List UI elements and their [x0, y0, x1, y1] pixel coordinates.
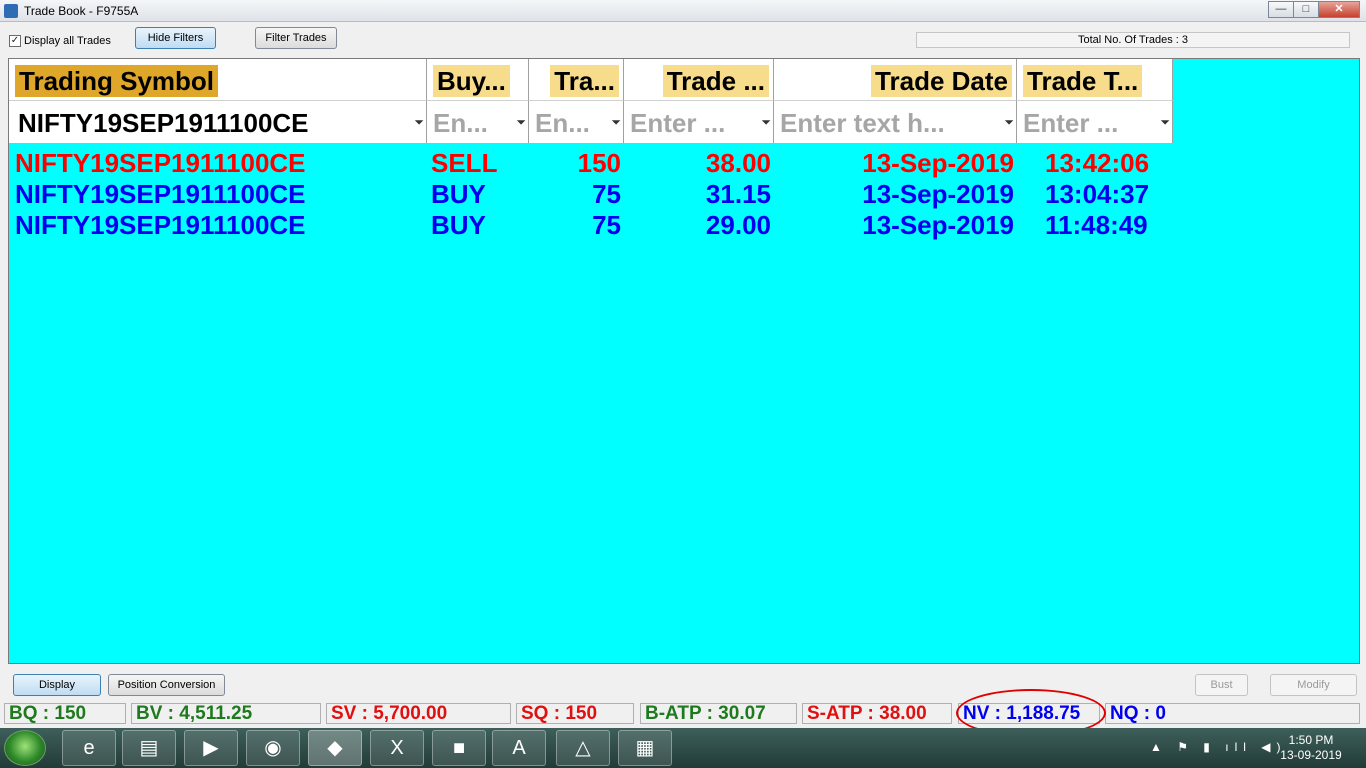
table-row[interactable]: NIFTY19SEP1911100CE SELL 150 38.00 13-Se…	[9, 148, 1181, 179]
filter-text[interactable]: En...	[433, 107, 488, 139]
cell-side: BUY	[431, 179, 486, 209]
minimize-button[interactable]: —	[1268, 1, 1294, 18]
header-buy-sell[interactable]: Buy...	[427, 59, 529, 101]
filter-text[interactable]: Enter text h...	[780, 107, 945, 139]
window-title: Trade Book - F9755A	[24, 4, 139, 18]
filter-icon[interactable]: ⏷	[611, 115, 621, 130]
filter-trade-date[interactable]: Enter text h... ⏷	[774, 101, 1017, 143]
display-all-checkbox[interactable]: ✓	[9, 35, 21, 47]
cell-symbol: NIFTY19SEP1911100CE	[15, 210, 306, 240]
cell-qty: 150	[577, 148, 621, 178]
header-label: Trade Date	[871, 65, 1012, 97]
cell-time: 11:48:49	[1045, 210, 1148, 240]
start-button[interactable]	[4, 730, 46, 766]
file-explorer-icon[interactable]: ▤	[122, 730, 176, 766]
maximize-button[interactable]: □	[1293, 1, 1319, 18]
table-row[interactable]: NIFTY19SEP1911100CE BUY 75 31.15 13-Sep-…	[9, 179, 1181, 210]
status-bq: BQ : 150	[4, 703, 126, 724]
modify-button[interactable]: Modify	[1270, 674, 1357, 696]
cell-time: 13:04:37	[1045, 179, 1150, 209]
drive-icon[interactable]: △	[556, 730, 610, 766]
header-trading-symbol[interactable]: Trading Symbol	[9, 59, 427, 101]
header-trade-price[interactable]: Trade ...	[624, 59, 774, 101]
cell-qty: 75	[592, 179, 621, 209]
header-trade-time[interactable]: Trade T...	[1017, 59, 1173, 101]
filter-trade-qty[interactable]: En... ⏷	[529, 101, 624, 143]
cell-date: 13-Sep-2019	[862, 148, 1014, 178]
filter-trades-button[interactable]: Filter Trades	[255, 27, 337, 49]
close-button[interactable]: ✕	[1318, 1, 1360, 18]
position-conversion-button[interactable]: Position Conversion	[108, 674, 225, 696]
header-trade-qty[interactable]: Tra...	[529, 59, 624, 101]
cell-price: 31.15	[705, 179, 771, 209]
clock-time: 1:50 PM	[1288, 733, 1334, 747]
status-bv: BV : 4,511.25	[131, 703, 321, 724]
system-tray[interactable]: ▲ ⚑ ▮ ıll ◀)	[1150, 740, 1286, 754]
header-label: Buy...	[433, 65, 510, 97]
media-player-icon[interactable]: ▶	[184, 730, 238, 766]
cell-price: 29.00	[705, 210, 771, 240]
filter-icon[interactable]: ⏷	[516, 115, 526, 130]
hide-filters-button[interactable]: Hide Filters	[135, 27, 216, 49]
excel-icon[interactable]: X	[370, 730, 424, 766]
cell-side: SELL	[431, 148, 498, 178]
filter-text[interactable]: Enter ...	[1023, 107, 1118, 139]
total-trades-label: Total No. Of Trades : 3	[916, 32, 1350, 48]
header-label: Trade T...	[1023, 65, 1143, 97]
cell-date: 13-Sep-2019	[862, 210, 1014, 240]
office-icon[interactable]: ■	[432, 730, 486, 766]
bust-button[interactable]: Bust	[1195, 674, 1248, 696]
filter-icon[interactable]: ⏷	[1160, 115, 1170, 130]
clock[interactable]: 1:50 PM 13-09-2019	[1276, 733, 1346, 763]
status-b-atp: B-ATP : 30.07	[640, 703, 797, 724]
pdf-reader-icon[interactable]: A	[492, 730, 546, 766]
cell-qty: 75	[592, 210, 621, 240]
window-controls: — □ ✕	[1268, 1, 1360, 18]
filter-icon[interactable]: ⏷	[761, 115, 771, 130]
filter-text[interactable]: NIFTY19SEP1911100CE	[18, 107, 309, 139]
filter-row: NIFTY19SEP1911100CE ⏷ En... ⏷ En... ⏷ En…	[9, 101, 1181, 143]
display-all-label[interactable]: Display all Trades	[24, 35, 111, 47]
calculator-icon[interactable]: ▦	[618, 730, 672, 766]
header-label: Tra...	[550, 65, 619, 97]
trade-grid[interactable]: Trading Symbol Buy... Tra... Trade ... T…	[8, 58, 1360, 664]
filter-text[interactable]: En...	[535, 107, 590, 139]
filter-trade-time[interactable]: Enter ... ⏷	[1017, 101, 1173, 143]
status-s-atp: S-ATP : 38.00	[802, 703, 952, 724]
header-label: Trade ...	[662, 65, 769, 97]
trading-app-icon[interactable]: ◆	[308, 730, 362, 766]
cell-time: 13:42:06	[1045, 148, 1150, 178]
header-trade-date[interactable]: Trade Date	[774, 59, 1017, 101]
cell-side: BUY	[431, 210, 486, 240]
status-nq: NQ : 0	[1105, 703, 1360, 724]
clock-date: 13-09-2019	[1280, 748, 1342, 762]
cell-symbol: NIFTY19SEP1911100CE	[15, 148, 306, 178]
filter-icon[interactable]: ⏷	[1004, 115, 1014, 130]
status-sv: SV : 5,700.00	[326, 703, 511, 724]
internet-explorer-icon[interactable]: e	[62, 730, 116, 766]
filter-text[interactable]: Enter ...	[630, 107, 725, 139]
filter-trading-symbol[interactable]: NIFTY19SEP1911100CE ⏷	[9, 101, 427, 143]
status-sq: SQ : 150	[516, 703, 634, 724]
filter-icon[interactable]: ⏷	[414, 115, 424, 130]
chrome-icon[interactable]: ◉	[246, 730, 300, 766]
cell-price: 38.00	[705, 148, 771, 178]
table-row[interactable]: NIFTY19SEP1911100CE BUY 75 29.00 13-Sep-…	[9, 210, 1181, 241]
taskbar: e ▤ ▶ ◉ ◆ X ■ A △ ▦ ▲ ⚑ ▮ ıll ◀) 1:50 PM…	[0, 728, 1366, 768]
filter-trade-price[interactable]: Enter ... ⏷	[624, 101, 774, 143]
cell-date: 13-Sep-2019	[862, 179, 1014, 209]
cell-symbol: NIFTY19SEP1911100CE	[15, 179, 306, 209]
title-bar: Trade Book - F9755A — □ ✕	[0, 0, 1366, 22]
header-row: Trading Symbol Buy... Tra... Trade ... T…	[9, 59, 1181, 101]
header-label: Trading Symbol	[15, 65, 219, 97]
filter-buy-sell[interactable]: En... ⏷	[427, 101, 529, 143]
app-icon	[4, 4, 18, 18]
display-button[interactable]: Display	[13, 674, 101, 696]
